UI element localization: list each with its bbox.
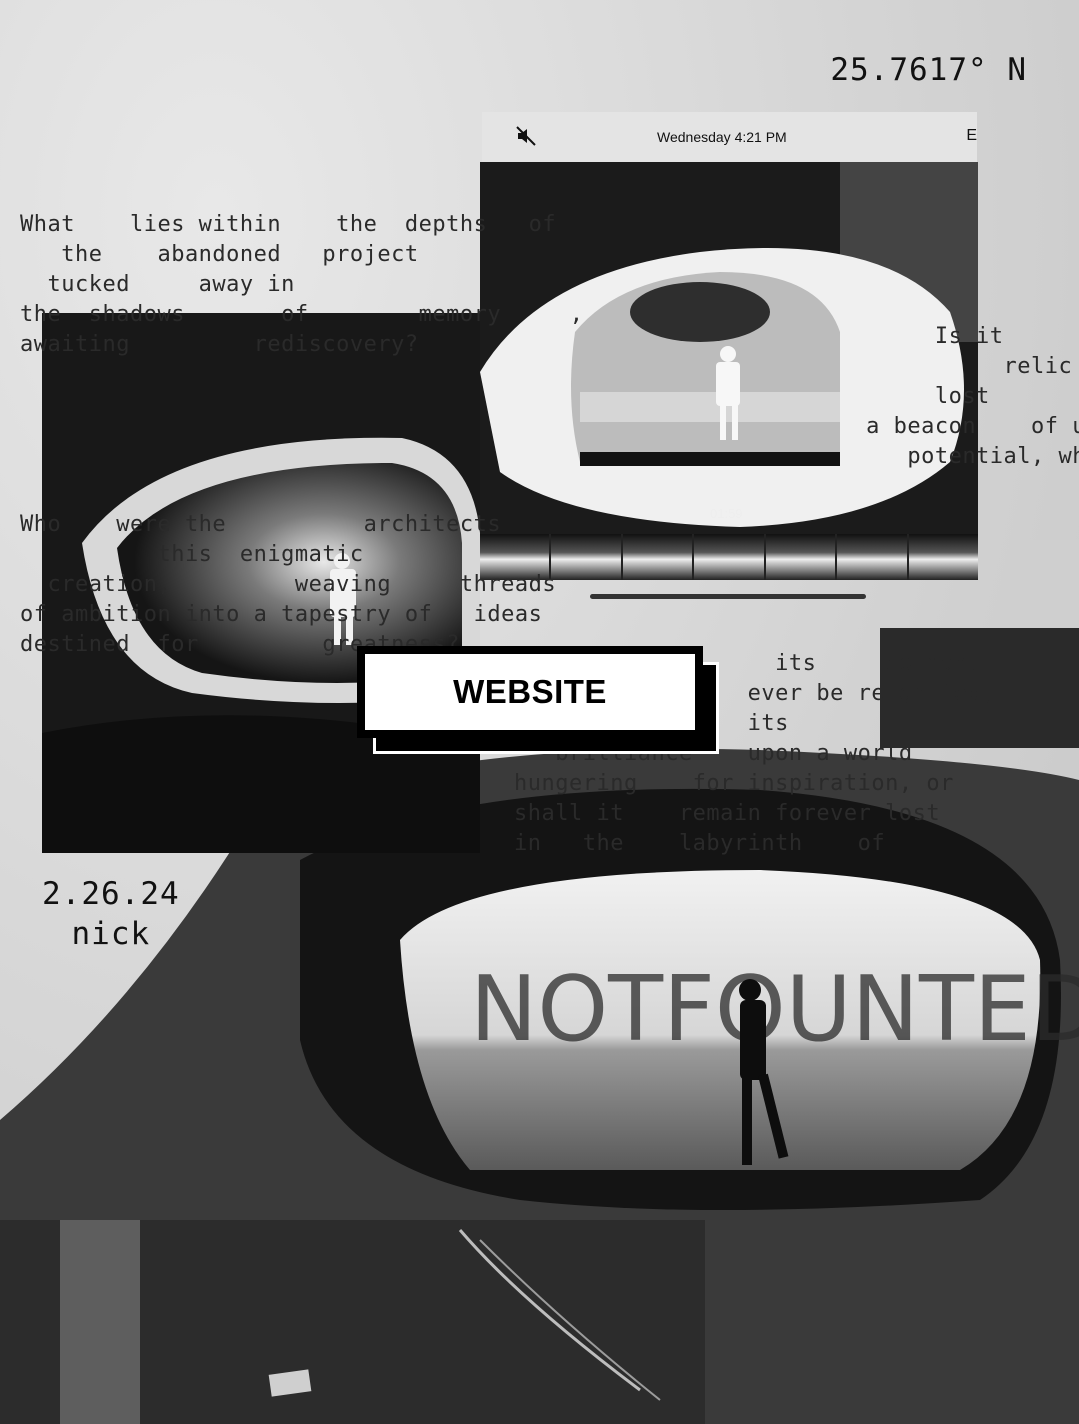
paragraph-second: Is it a relic of lost dreams or a beacon… (866, 324, 1079, 469)
date-signature: 2.26.24 nick (42, 874, 180, 954)
video-scrub-bar[interactable] (590, 594, 866, 599)
poster: NOTFOUNTED Wednesday 4:21 PM E 01:59 25.… (0, 0, 1079, 1424)
status-bar-day-time: Wednesday 4:21 PM (657, 129, 787, 145)
website-button-group[interactable]: WEBSITE (357, 646, 719, 754)
filmstrip-frame (694, 534, 764, 580)
filmstrip-frame (908, 534, 978, 580)
filmstrip-frame (765, 534, 836, 580)
paragraph-third: Who were the architects this enigmatic c… (20, 512, 557, 657)
filmstrip-frame (551, 534, 621, 580)
status-bar-battery-label: E (966, 127, 977, 144)
svg-text:NOTFOUNTED: NOTFOUNTED (470, 957, 1079, 1062)
filmstrip-frame (622, 534, 693, 580)
website-button-label: WEBSITE (365, 654, 695, 730)
latitude-coordinate: 25.7617° N (830, 52, 1027, 88)
filmstrip-frame (837, 534, 907, 580)
website-button[interactable]: WEBSITE (357, 646, 703, 738)
street-photo-right (1010, 540, 1079, 630)
date-text: 2.26.24 (42, 876, 180, 912)
author-name: nick (71, 916, 151, 952)
speaker-muted-icon (514, 124, 538, 151)
status-bar: Wednesday 4:21 PM E (482, 112, 977, 162)
video-timer: 01:59 (710, 506, 743, 521)
